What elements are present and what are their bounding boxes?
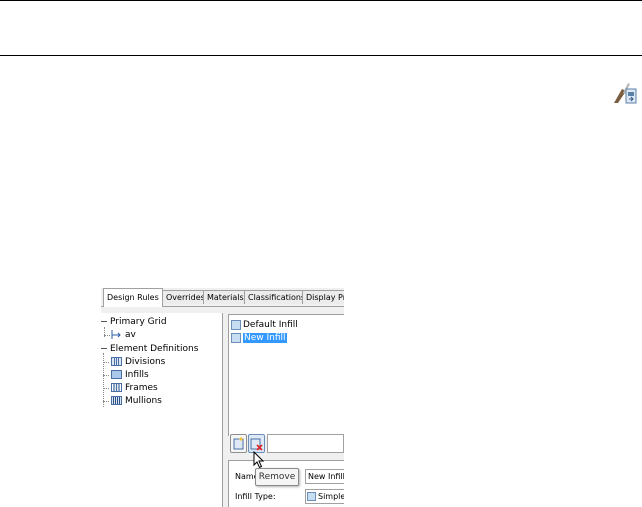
toolbar-field (267, 434, 344, 453)
tree-connector (103, 362, 109, 363)
tab-bar: Design Rules Overrides Materials Classif… (101, 288, 344, 307)
tree-collapse-mark (101, 348, 107, 349)
tab-display-props[interactable]: Display Pro (302, 290, 344, 304)
infill-type-label: Infill Type: (235, 492, 276, 501)
new-item-icon (233, 437, 244, 450)
tree-item-label: Element Definitions (110, 344, 199, 354)
tree-connector (103, 401, 109, 402)
infill-icon (231, 319, 241, 330)
frame-icon (111, 383, 122, 392)
tree-item-primary-grid[interactable]: Primary Grid (101, 316, 167, 328)
curtain-wall-style-dialog: Design Rules Overrides Materials Classif… (101, 288, 344, 507)
top-rule (0, 0, 642, 1)
export-icon[interactable] (612, 79, 638, 105)
tree-item-label: av (125, 330, 136, 340)
list-item-new-infill[interactable]: New Infill (231, 332, 287, 344)
tree-item-label: Divisions (125, 357, 166, 367)
tree-item-label: Frames (125, 383, 158, 393)
tree-item-infills[interactable]: Infills (111, 369, 149, 381)
tree-item-divisions[interactable]: Divisions (111, 356, 165, 368)
tab-design-rules[interactable]: Design Rules (103, 288, 163, 307)
list-toolbar (228, 433, 344, 456)
tree-item-av[interactable]: av (111, 329, 136, 341)
division-icon (111, 357, 122, 366)
grid-arrow-icon (111, 330, 121, 339)
mullion-icon (111, 396, 122, 405)
tab-overrides[interactable]: Overrides (162, 290, 204, 304)
tree-item-element-definitions[interactable]: Element Definitions (101, 343, 198, 355)
tree-collapse-mark (101, 321, 107, 322)
infill-type-value: Simple (318, 492, 344, 501)
cursor-icon (253, 451, 265, 469)
infill-definitions-list: Default Infill New Infill (228, 314, 344, 436)
tree-item-frames[interactable]: Frames (111, 382, 158, 394)
tree-item-label: Infills (125, 370, 149, 380)
infill-icon (111, 370, 122, 379)
tree-item-label: Primary Grid (110, 317, 167, 327)
section-rule (0, 55, 642, 56)
tree-connector (103, 388, 109, 389)
tree-connector (104, 335, 110, 336)
infill-icon (231, 332, 241, 343)
list-item-label: Default Infill (243, 320, 298, 330)
remove-icon (250, 438, 263, 451)
infill-type-select[interactable]: Simple (305, 489, 344, 504)
tree-connector (103, 375, 109, 376)
remove-tooltip: Remove (255, 468, 299, 486)
list-item-label: New Infill (243, 333, 287, 343)
tab-classifications[interactable]: Classifications (244, 290, 303, 304)
tree-item-mullions[interactable]: Mullions (111, 395, 162, 407)
tree-item-label: Mullions (125, 396, 162, 406)
infill-icon (307, 492, 316, 501)
list-item-default-infill[interactable]: Default Infill (231, 319, 298, 331)
element-tree: Primary Grid av Element Definitions Divi… (101, 313, 223, 507)
tab-materials[interactable]: Materials (203, 290, 245, 304)
name-input[interactable]: New Infill (305, 469, 344, 484)
new-button[interactable] (230, 434, 247, 453)
